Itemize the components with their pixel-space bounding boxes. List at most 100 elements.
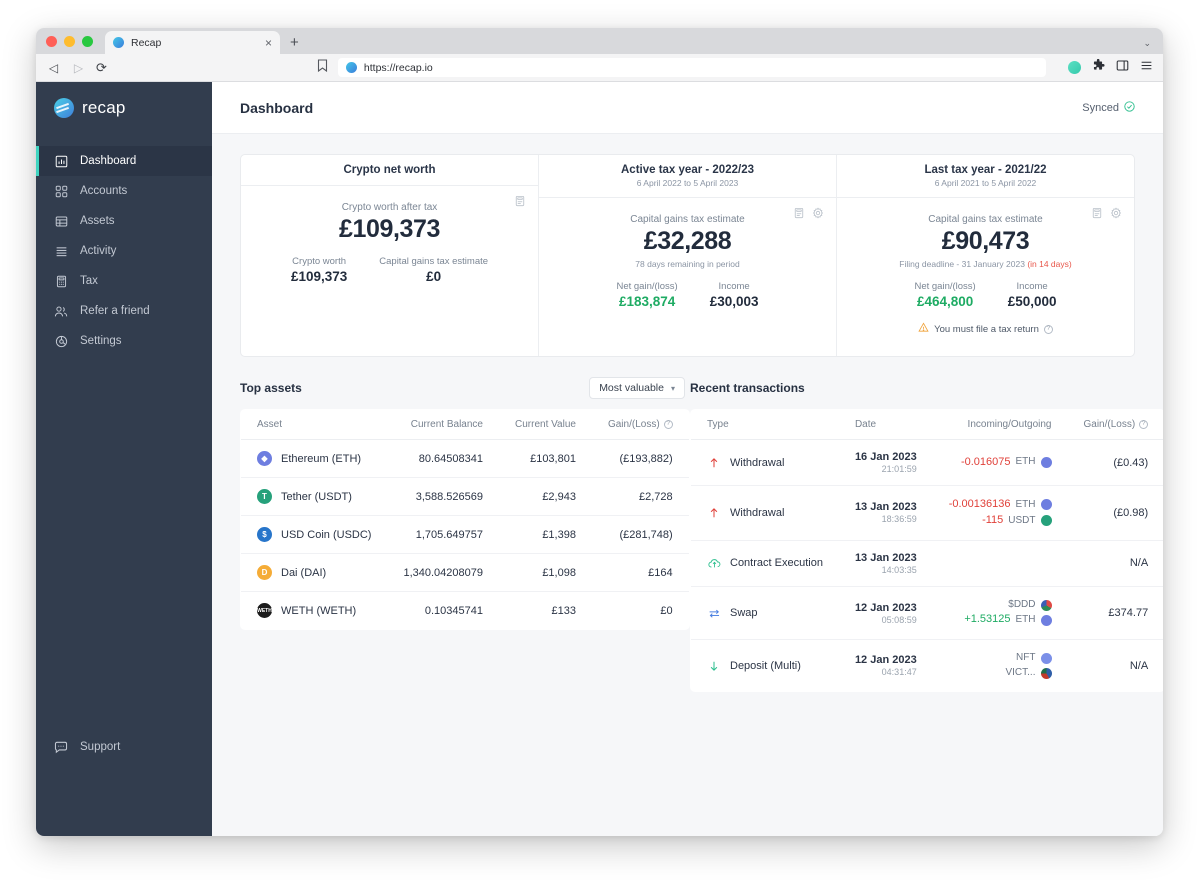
sidebar-item-label: Dashboard	[80, 155, 137, 167]
bookmark-icon[interactable]	[317, 58, 328, 77]
card-note: Filing deadline - 31 January 2023 (in 14…	[849, 259, 1122, 269]
table-row[interactable]: $ USD Coin (USDC) 1,705.649757 £1,398 (£…	[240, 515, 689, 554]
back-button[interactable]: ◁	[46, 62, 61, 74]
asset-balance: 0.10345741	[424, 604, 483, 617]
card-header: Last tax year - 2021/22 6 April 2021 to …	[837, 155, 1134, 198]
panel-top-assets: Top assets Most valuable ▾ Asset Current…	[240, 373, 690, 692]
amount-value: -0.00136136	[948, 498, 1011, 510]
card-pair: Income £50,000	[1008, 281, 1057, 309]
swap-arrows-icon	[707, 606, 721, 620]
sidebar-item-support[interactable]: Support	[36, 732, 212, 762]
sidebar-item-activity[interactable]: Activity	[36, 236, 212, 266]
amount-unit: ETH	[1015, 456, 1036, 468]
column-gain-loss: Gain/(Loss) ?	[1067, 410, 1163, 440]
reload-button[interactable]: ⟳	[96, 60, 107, 76]
asset-value: £1,398	[499, 515, 592, 554]
gear-icon[interactable]	[812, 206, 824, 224]
asset-value: £103,801	[499, 439, 592, 478]
report-icon[interactable]	[514, 194, 526, 212]
close-tab-icon[interactable]: ×	[265, 37, 272, 49]
nft-token-icon	[1040, 653, 1052, 665]
table-row[interactable]: Deposit (Multi) 12 Jan 2023 04:31:47 NFT…	[691, 640, 1163, 691]
asset-value: £133	[551, 604, 576, 617]
report-icon[interactable]	[1091, 206, 1103, 224]
transaction-date: 13 Jan 2023	[854, 501, 917, 514]
check-circle-icon	[1124, 100, 1135, 115]
chevron-down-icon[interactable]: ⌄	[1143, 38, 1151, 49]
transaction-type-label: Withdrawal	[730, 456, 785, 469]
transaction-type-label: Swap	[730, 607, 758, 620]
report-icon[interactable]	[793, 206, 805, 224]
amount-unit: ETH	[1015, 614, 1036, 626]
card-main-value: £109,373	[338, 215, 441, 243]
dashboard-content: Crypto net worth Crypto worth after tax …	[212, 134, 1163, 836]
page-header: Dashboard Synced	[212, 82, 1163, 134]
address-bar[interactable]: https://recap.io	[337, 58, 1046, 77]
table-icon	[54, 214, 68, 228]
transaction-time: 21:01:59	[881, 464, 917, 474]
sidebar-item-assets[interactable]: Assets	[36, 206, 212, 236]
maximize-window-button[interactable]	[82, 36, 93, 47]
asset-value: £2,943	[499, 477, 592, 516]
table-header-row: Asset Current Balance Current Value Gain…	[240, 410, 689, 440]
table-row[interactable]: ◆ Ethereum (ETH) 80.64508341 £103,801 (£…	[240, 439, 689, 478]
browser-menu-icon[interactable]	[1140, 59, 1153, 77]
card-main-label: Crypto worth after tax	[341, 202, 438, 213]
transaction-date: 12 Jan 2023	[854, 654, 917, 667]
table-row[interactable]: D Dai (DAI) 1,340.04208079 £1,098 £164	[240, 553, 689, 592]
column-gain-loss-label: Gain/(Loss)	[1083, 419, 1136, 430]
table-row[interactable]: Contract Execution 13 Jan 2023 14:03:35 …	[691, 540, 1163, 587]
forward-button[interactable]: ▷	[71, 62, 86, 74]
help-icon[interactable]: ?	[1139, 420, 1149, 429]
card-main-label: Capital gains tax estimate	[928, 214, 1043, 225]
side-panel-icon[interactable]	[1116, 59, 1129, 77]
recap-extension-icon[interactable]	[1068, 61, 1081, 74]
sidebar-item-refer-a-friend[interactable]: Refer a friend	[36, 296, 212, 326]
browser-window: Recap × + ⌄ ◁ ▷ ⟳ https://recap.io recap…	[36, 28, 1163, 836]
card-header: Crypto net worth	[241, 155, 538, 186]
asset-gain-loss: £164	[591, 553, 689, 592]
sidebar-item-accounts[interactable]: Accounts	[36, 176, 212, 206]
top-assets-sort-dropdown[interactable]: Most valuable ▾	[589, 377, 685, 399]
transaction-gain-loss: (£0.98)	[1067, 485, 1163, 541]
transaction-gain-loss: N/A	[1129, 659, 1149, 672]
table-row[interactable]: Withdrawal 13 Jan 2023 18:36:59 -0.00136…	[691, 485, 1163, 541]
sidebar-item-settings[interactable]: Settings	[36, 326, 212, 356]
card-pairs: Net gain/(loss) £183,874 Income £30,003	[551, 281, 824, 309]
asset-name: Ethereum (ETH)	[281, 452, 362, 465]
table-row[interactable]: Swap 12 Jan 2023 05:08:59 $DDD +1.53125 …	[691, 586, 1163, 641]
new-tab-button[interactable]: +	[290, 34, 299, 51]
transaction-type-label: Contract Execution	[730, 557, 823, 570]
table-head: Type Date Incoming/Outgoing Gain/(Loss) …	[691, 410, 1163, 440]
asset-name: Tether (USDT)	[281, 490, 352, 503]
table-row[interactable]: WETH WETH (WETH) 0.10345741 £133 £0	[241, 592, 689, 630]
transaction-date: 13 Jan 2023	[854, 551, 917, 564]
column-asset: Asset	[240, 410, 388, 440]
sidebar-item-dashboard[interactable]: Dashboard	[36, 146, 212, 176]
table-row[interactable]: T Tether (USDT) 3,588.526569 £2,943 £2,7…	[240, 477, 689, 516]
card-main-value: £90,473	[941, 227, 1030, 255]
browser-tab[interactable]: Recap ×	[105, 31, 280, 54]
card-title: Active tax year - 2022/23	[621, 164, 754, 176]
transaction-amounts-cell: -0.016075 ETH	[932, 439, 1068, 486]
card-body: Capital gains tax estimate £90,473 Filin…	[837, 198, 1134, 356]
extensions-puzzle-icon[interactable]	[1092, 58, 1105, 77]
minimize-window-button[interactable]	[64, 36, 75, 47]
amount-value: +1.53125	[964, 613, 1011, 626]
transaction-amounts-cell: $DDD +1.53125 ETH	[932, 586, 1068, 641]
table-row[interactable]: Withdrawal 16 Jan 2023 21:01:59 -0.01607…	[691, 439, 1163, 486]
help-icon[interactable]: ?	[663, 420, 673, 429]
help-icon[interactable]: ?	[1043, 324, 1053, 334]
asset-cell: $ USD Coin (USDC)	[240, 515, 388, 554]
transaction-date-cell: 12 Jan 2023 05:08:59	[838, 586, 933, 641]
sidebar-item-tax[interactable]: Tax	[36, 266, 212, 296]
top-assets-table: Asset Current Balance Current Value Gain…	[240, 409, 690, 630]
arrow-up-icon	[707, 506, 721, 520]
transaction-amounts-cell: NFT VICT...	[933, 640, 1068, 691]
transaction-date-cell: 13 Jan 2023 18:36:59	[838, 485, 933, 541]
ethereum-coin-icon	[1040, 614, 1052, 626]
close-window-button[interactable]	[46, 36, 57, 47]
brand-logo[interactable]: recap	[36, 82, 212, 134]
gear-icon[interactable]	[1110, 206, 1122, 224]
table-head: Asset Current Balance Current Value Gain…	[240, 410, 689, 440]
